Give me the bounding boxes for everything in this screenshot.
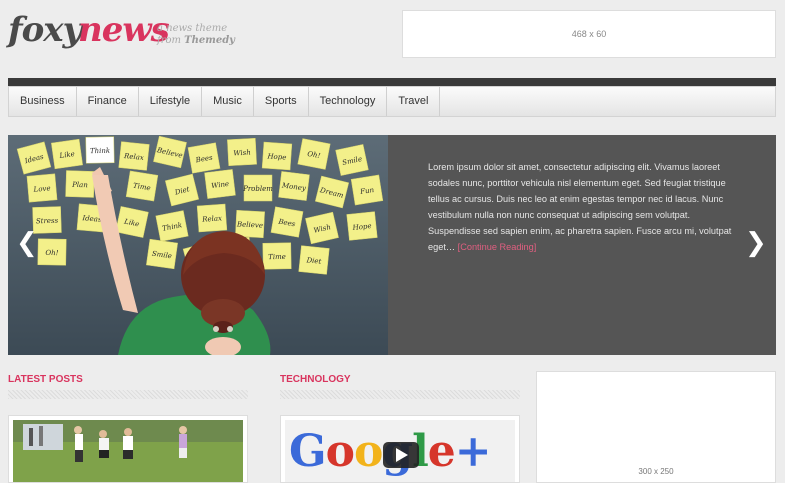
svg-text:Time: Time	[268, 253, 286, 261]
nav-item-music[interactable]: Music	[202, 87, 254, 116]
sidebar-ad-label: 300 x 250	[638, 467, 674, 476]
tagline-brand: Themedy	[184, 35, 235, 46]
site-tagline: a news theme from Themedy	[157, 23, 235, 47]
logo-text-news: news	[78, 10, 170, 50]
featured-slider: Ideas Like Think Relax Believe Bees Wish Hope Oh…	[8, 135, 776, 355]
main-navigation: Business Finance Lifestyle Music Sports …	[8, 86, 776, 117]
logo-text-foxy: foxy	[8, 10, 82, 50]
google-plus-video-image: Google+	[285, 420, 515, 482]
video-play-icon	[383, 442, 419, 468]
svg-text:Hope: Hope	[266, 152, 286, 161]
nav-item-lifestyle[interactable]: Lifestyle	[139, 87, 203, 116]
tagline-line1: a news theme	[157, 23, 228, 34]
slider-prev-arrow-icon[interactable]: ❮	[16, 229, 38, 255]
sticky-notes-woman-illustration: Ideas Like ThinkRelax Believe BeesWish Hope Oh…	[8, 135, 388, 355]
continue-reading-link[interactable]: [Continue Reading]	[458, 242, 537, 252]
header-ad-label: 468 x 60	[571, 29, 607, 39]
slider-next-arrow-icon[interactable]: ❯	[745, 229, 767, 255]
svg-text:Believe: Believe	[236, 220, 263, 229]
nav-item-travel[interactable]: Travel	[387, 87, 441, 116]
nav-item-sports[interactable]: Sports	[254, 87, 309, 116]
latest-posts-divider	[8, 390, 248, 399]
sidebar-ad-box[interactable]: 300 x 250	[536, 371, 776, 483]
svg-text:Wish: Wish	[233, 149, 251, 158]
featured-slide-image[interactable]: Ideas Like Think Relax Believe Bees Wish Hope Oh…	[8, 135, 388, 355]
svg-text:Oh!: Oh!	[45, 249, 58, 257]
header-ad-banner[interactable]: 468 x 60	[402, 10, 776, 58]
technology-divider	[280, 390, 520, 399]
svg-text:Diet: Diet	[305, 256, 322, 266]
svg-text:Think: Think	[90, 147, 110, 155]
technology-heading: TECHNOLOGY	[280, 374, 351, 385]
svg-text:Plan: Plan	[71, 181, 88, 190]
featured-slide-excerpt: Lorem ipsum dolor sit amet, consectetur …	[428, 159, 740, 255]
svg-text:Problem: Problem	[242, 185, 273, 193]
golf-course-image	[13, 420, 243, 482]
technology-post-thumbnail[interactable]: Google+	[280, 415, 520, 483]
tagline-from: from	[157, 35, 181, 46]
nav-item-business[interactable]: Business	[9, 87, 77, 116]
nav-item-technology[interactable]: Technology	[309, 87, 388, 116]
latest-posts-heading: LATEST POSTS	[8, 374, 83, 385]
latest-post-thumbnail[interactable]	[8, 415, 248, 483]
svg-text:Love: Love	[32, 184, 51, 194]
svg-text:Relax: Relax	[201, 214, 222, 223]
featured-excerpt-text: Lorem ipsum dolor sit amet, consectetur …	[428, 162, 732, 252]
svg-text:Stress: Stress	[36, 217, 59, 226]
nav-top-strip	[8, 78, 776, 86]
nav-item-finance[interactable]: Finance	[77, 87, 139, 116]
